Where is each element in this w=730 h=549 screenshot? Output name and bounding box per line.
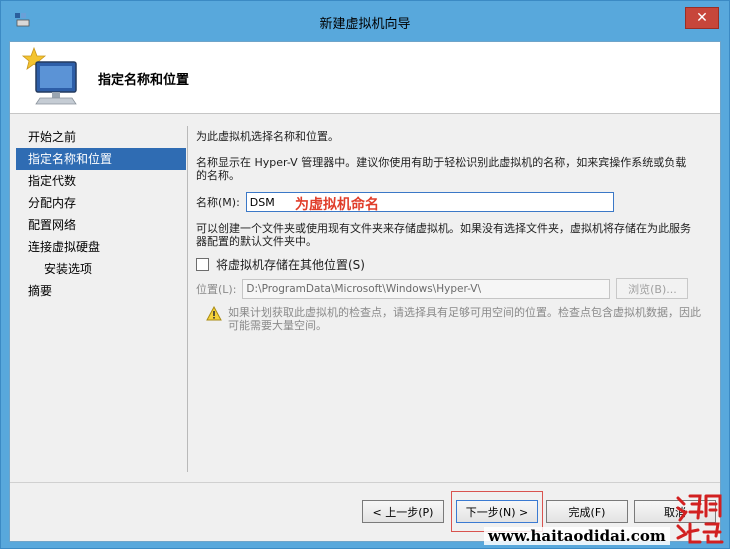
nav-divider xyxy=(187,126,188,472)
nav-step-5[interactable]: 连接虚拟硬盘 xyxy=(16,236,186,258)
browse-button[interactable]: 浏览(B)... xyxy=(616,278,689,299)
name-row: 名称(M): xyxy=(196,192,614,212)
wizard-window: 新建虚拟机向导 ✕ 指定名称和位置 开始之前 指定名称和位置 指定代数 分配内存 配置网… xyxy=(0,0,730,549)
warning-icon xyxy=(206,306,222,321)
site-watermark: www.haitaodidai.com xyxy=(484,527,670,545)
title-bar[interactable]: 新建虚拟机向导 ✕ xyxy=(1,1,729,41)
nav-step-2[interactable]: 指定代数 xyxy=(16,170,186,192)
wizard-step-nav: 开始之前 指定名称和位置 指定代数 分配内存 配置网络 连接虚拟硬盘 安装选项 摘要 xyxy=(16,126,186,302)
nav-step-3[interactable]: 分配内存 xyxy=(16,192,186,214)
warning-text: 如果计划获取此虚拟机的检查点，请选择具有足够可用空间的位置。检查点包含虚拟机数据… xyxy=(228,306,701,332)
location-label: 位置(L): xyxy=(196,282,237,296)
brand-stamp-logo xyxy=(676,494,724,544)
name-label: 名称(M): xyxy=(196,196,240,209)
location-input[interactable] xyxy=(242,278,611,299)
nav-step-1[interactable]: 指定名称和位置 xyxy=(16,148,186,170)
nav-step-7[interactable]: 摘要 xyxy=(16,280,186,302)
wizard-header: 指定名称和位置 xyxy=(10,42,720,114)
close-button[interactable]: ✕ xyxy=(685,7,719,29)
new-vm-monitor-icon xyxy=(21,46,77,105)
nav-step-6[interactable]: 安装选项 xyxy=(16,258,186,280)
intro-text: 为此虚拟机选择名称和位置。 xyxy=(196,130,339,143)
store-elsewhere-checkbox[interactable] xyxy=(196,258,209,271)
previous-button[interactable]: < 上一步(P) xyxy=(362,500,444,523)
nav-step-0[interactable]: 开始之前 xyxy=(16,126,186,148)
store-elsewhere-label: 将虚拟机存储在其他位置(S) xyxy=(216,258,365,272)
store-elsewhere-row[interactable]: 将虚拟机存储在其他位置(S) xyxy=(196,256,365,273)
footer-divider xyxy=(10,482,720,483)
folder-description: 可以创建一个文件夹或使用现有文件夹来存储虚拟机。如果没有选择文件夹，虚拟机将存储… xyxy=(196,222,691,248)
close-icon: ✕ xyxy=(696,10,708,26)
window-title: 新建虚拟机向导 xyxy=(319,17,411,32)
finish-button[interactable]: 完成(F) xyxy=(546,500,628,523)
nav-step-4[interactable]: 配置网络 xyxy=(16,214,186,236)
location-row: 位置(L): 浏览(B)... xyxy=(196,278,689,299)
next-button[interactable]: 下一步(N) > xyxy=(456,500,538,523)
annotation-text: 为虚拟机命名 xyxy=(295,197,379,213)
name-description: 名称显示在 Hyper-V 管理器中。建议你使用有助于轻松识别此虚拟机的名称，如… xyxy=(196,156,687,182)
checkpoint-warning: 如果计划获取此虚拟机的检查点，请选择具有足够可用空间的位置。检查点包含虚拟机数据… xyxy=(206,306,706,332)
wizard-client-area: 指定名称和位置 开始之前 指定名称和位置 指定代数 分配内存 配置网络 连接虚拟硬盘 安装选… xyxy=(9,41,721,542)
page-title: 指定名称和位置 xyxy=(98,73,190,88)
